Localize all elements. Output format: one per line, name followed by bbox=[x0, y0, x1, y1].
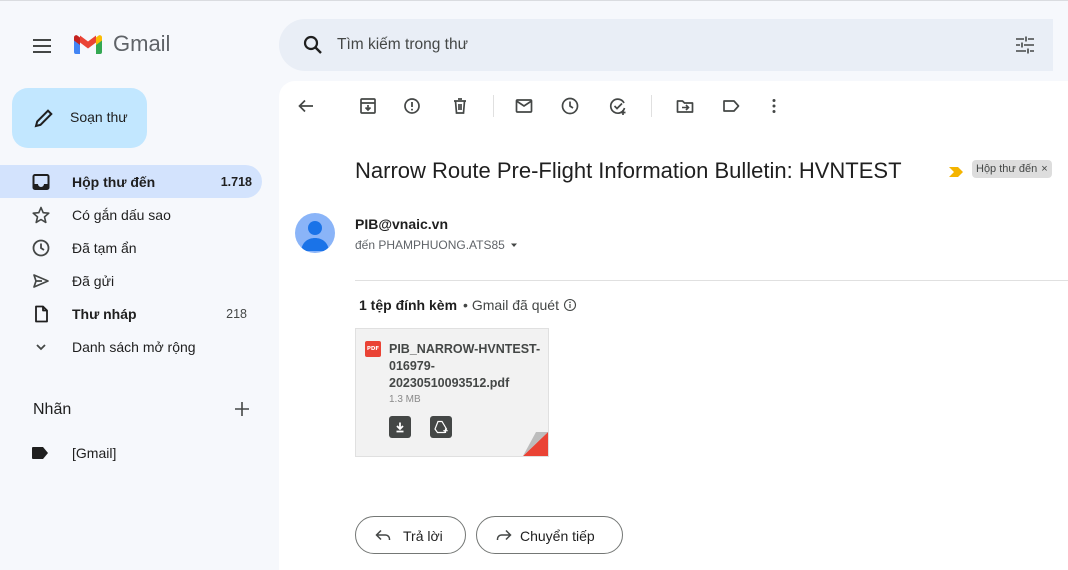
top-bar: Gmail bbox=[0, 1, 1068, 77]
attachment-size: 1.3 MB bbox=[389, 394, 421, 405]
label-chip-text: Hộp thư đến bbox=[976, 163, 1038, 175]
chevron-down-icon bbox=[31, 337, 51, 357]
label-chip: Hộp thư đến × bbox=[972, 160, 1052, 178]
remove-label-icon[interactable]: × bbox=[1041, 163, 1047, 175]
sidebar-item-drafts[interactable]: Thư nháp 218 bbox=[0, 297, 262, 330]
star-icon bbox=[31, 205, 51, 225]
sidebar-nav: Hộp thư đến 1.718 Có gắn dấu sao Đã tạm … bbox=[0, 165, 270, 363]
recipient-text: đến PHAMPHUONG.ATS85 bbox=[355, 238, 505, 252]
brand-name: Gmail bbox=[113, 31, 171, 56]
tune-icon[interactable] bbox=[1013, 33, 1037, 57]
pencil-icon bbox=[32, 106, 56, 130]
unread-count: 1.718 bbox=[220, 174, 252, 189]
sidebar-item-label: Thư nháp bbox=[72, 305, 137, 322]
report-spam-icon[interactable] bbox=[401, 95, 423, 117]
label-icon bbox=[31, 446, 49, 460]
info-icon[interactable] bbox=[563, 298, 577, 312]
scan-status: • Gmail đã quét bbox=[463, 297, 559, 313]
reply-button[interactable]: Trả lời bbox=[355, 516, 466, 554]
avatar[interactable] bbox=[295, 213, 335, 253]
draft-icon bbox=[31, 304, 51, 324]
attachment-count: 1 tệp đính kèm bbox=[359, 297, 458, 313]
archive-icon[interactable] bbox=[357, 95, 379, 117]
snooze-icon[interactable] bbox=[559, 95, 581, 117]
forward-button[interactable]: Chuyển tiếp bbox=[476, 516, 623, 554]
sidebar-item-more[interactable]: Danh sách mở rộng bbox=[0, 330, 262, 363]
page-fold-corner bbox=[523, 432, 548, 456]
add-label-icon[interactable] bbox=[231, 398, 253, 420]
compose-label: Soạn thư bbox=[70, 109, 128, 125]
add-to-tasks-icon[interactable] bbox=[607, 95, 629, 117]
reply-icon bbox=[374, 526, 392, 544]
sidebar-item-label: Có gắn dấu sao bbox=[72, 206, 171, 223]
sidebar-item-label: Danh sách mở rộng bbox=[72, 338, 196, 355]
gmail-logo[interactable]: Gmail bbox=[72, 31, 170, 57]
sidebar-item-label: Hộp thư đến bbox=[72, 173, 156, 190]
sender-email[interactable]: PIB@vnaic.vn bbox=[355, 216, 448, 232]
reply-label: Trả lời bbox=[403, 528, 443, 544]
sidebar-item-snoozed[interactable]: Đã tạm ẩn bbox=[0, 231, 262, 264]
sidebar-item-sent[interactable]: Đã gửi bbox=[0, 264, 262, 297]
compose-button[interactable]: Soạn thư bbox=[12, 88, 147, 148]
move-to-icon[interactable] bbox=[674, 95, 696, 117]
inbox-icon bbox=[31, 172, 51, 192]
delete-icon[interactable] bbox=[449, 95, 471, 117]
search-input[interactable] bbox=[337, 29, 937, 61]
mark-unread-icon[interactable] bbox=[513, 95, 535, 117]
clock-icon bbox=[31, 238, 51, 258]
search-icon[interactable] bbox=[301, 33, 325, 57]
save-to-drive-button[interactable] bbox=[430, 416, 452, 438]
labels-heading: Nhãn bbox=[33, 401, 72, 418]
search-bar[interactable] bbox=[279, 19, 1053, 71]
forward-icon bbox=[495, 526, 513, 544]
toolbar-divider bbox=[651, 95, 652, 117]
more-vert-icon[interactable] bbox=[763, 95, 785, 117]
sidebar-item-inbox[interactable]: Hộp thư đến 1.718 bbox=[0, 165, 262, 198]
labels-section-header: Nhãn bbox=[33, 401, 255, 419]
download-icon bbox=[396, 422, 404, 433]
recipient-line: đến PHAMPHUONG.ATS85 bbox=[355, 238, 519, 252]
label-name: [Gmail] bbox=[72, 445, 117, 461]
send-icon bbox=[31, 271, 51, 291]
draft-count: 218 bbox=[226, 306, 247, 321]
attachment-filename: PIB_NARROW-HVNTEST-016979-20230510093512… bbox=[389, 342, 541, 390]
sidebar-item-label: Đã gửi bbox=[72, 272, 115, 289]
forward-label: Chuyển tiếp bbox=[520, 528, 595, 544]
attachment-card[interactable]: PDF PIB_NARROW-HVNTEST-016979-2023051009… bbox=[355, 328, 549, 457]
importance-marker-icon[interactable] bbox=[949, 166, 963, 178]
email-subject: Narrow Route Pre-Flight Information Bull… bbox=[355, 158, 902, 183]
caret-down-icon[interactable] bbox=[509, 240, 519, 250]
label-icon[interactable] bbox=[720, 95, 742, 117]
menu-icon[interactable] bbox=[30, 34, 54, 58]
back-arrow-icon[interactable] bbox=[295, 95, 317, 117]
download-button[interactable] bbox=[389, 416, 411, 438]
gmail-m-icon bbox=[72, 32, 104, 56]
add-to-drive-icon bbox=[434, 420, 448, 434]
pdf-icon: PDF bbox=[365, 341, 381, 357]
divider bbox=[355, 280, 1068, 281]
sidebar-label-gmail[interactable]: [Gmail] bbox=[0, 438, 262, 468]
attachments-header: 1 tệp đính kèm • Gmail đã quét bbox=[359, 297, 577, 313]
toolbar-divider bbox=[493, 95, 494, 117]
message-panel: Narrow Route Pre-Flight Information Bull… bbox=[279, 81, 1068, 570]
sidebar-item-starred[interactable]: Có gắn dấu sao bbox=[0, 198, 262, 231]
sidebar-item-label: Đã tạm ẩn bbox=[72, 239, 137, 256]
